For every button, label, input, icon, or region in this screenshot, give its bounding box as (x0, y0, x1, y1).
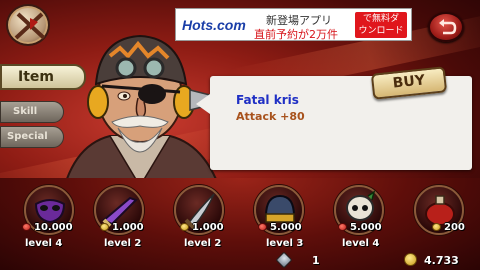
gold-coin-icon (404, 253, 417, 266)
price-value: 5.000 (350, 222, 382, 233)
item-name: Fatal kris (236, 93, 299, 107)
back-arrow-icon (439, 19, 457, 35)
tab-item[interactable]: Item (0, 64, 86, 90)
ad-cta-line1: で無料ダ (362, 14, 399, 24)
level-slot-3: level 2 (184, 238, 222, 249)
gold-count: 4.733 (424, 254, 459, 267)
gold-coin-icon (180, 223, 189, 231)
level-slot-4: level 3 (266, 238, 304, 249)
price-value: 200 (444, 222, 465, 233)
level-slot-2: level 2 (104, 238, 142, 249)
gold-coin-icon (100, 223, 109, 231)
price-slot-1: 10.000 (22, 222, 73, 235)
gold-coin-icon (432, 223, 441, 231)
price-slot-3: 1.000 (180, 222, 224, 235)
price-value: 1.000 (112, 222, 144, 233)
tab-special[interactable]: Special (0, 126, 64, 148)
back-button[interactable] (428, 12, 464, 42)
crossed-swords-emblem-icon[interactable] (6, 4, 50, 46)
item-stat: Attack +80 (236, 110, 305, 123)
price-value: 5.000 (270, 222, 302, 233)
price-slot-6: 200 (432, 222, 465, 235)
tab-skill[interactable]: Skill (0, 101, 64, 123)
level-slot-1: level 4 (25, 238, 63, 249)
ad-download-button[interactable]: で無料ダ ウンロード (355, 12, 407, 38)
ruby-coin-icon (22, 223, 31, 231)
gem-count: 1 (312, 254, 320, 267)
ad-banner[interactable]: Hots.com 新登場アプリ 直前予約が2万件 で無料ダ ウンロード (175, 8, 412, 41)
ruby-coin-icon (338, 223, 347, 231)
price-slot-5: 5.000 (338, 222, 382, 235)
ad-cta-line2: ウンロード (358, 26, 404, 36)
level-slot-5: level 4 (342, 238, 380, 249)
ad-brand: Hots.com (182, 17, 246, 33)
ruby-coin-icon (258, 223, 267, 231)
price-value: 1.000 (192, 222, 224, 233)
price-value: 10.000 (34, 222, 73, 233)
price-slot-2: 1.000 (100, 222, 144, 235)
price-slot-4: 5.000 (258, 222, 302, 235)
ad-subline: 直前予約が2万件 (254, 28, 338, 41)
